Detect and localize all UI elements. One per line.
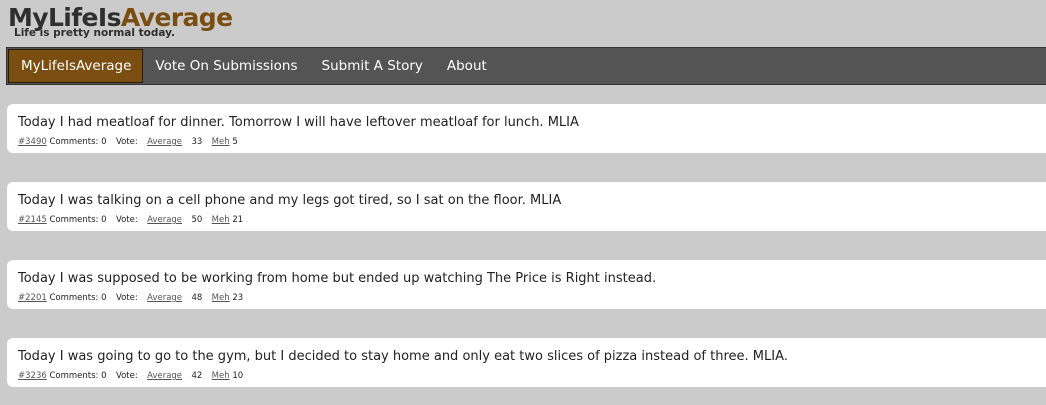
vote-label: Vote:	[115, 215, 138, 225]
vote-average-link[interactable]: Average	[147, 137, 182, 147]
average-count: 50	[191, 215, 203, 225]
story-id-link[interactable]: #2145	[18, 215, 47, 225]
nav-item-submit[interactable]: Submit A Story	[310, 48, 435, 84]
story-card: Today I was supposed to be working from …	[7, 260, 1046, 309]
vote-average-link[interactable]: Average	[147, 293, 182, 303]
story-card: Today I was going to go to the gym, but …	[7, 338, 1046, 387]
story-card: Today I had meatloaf for dinner. Tomorro…	[7, 104, 1046, 153]
comments-count: Comments: 0	[49, 371, 107, 381]
nav-item-vote[interactable]: Vote On Submissions	[143, 48, 309, 84]
vote-average-link[interactable]: Average	[147, 215, 182, 225]
vote-meh-link[interactable]: Meh	[212, 293, 230, 303]
site-tagline: Life is pretty normal today.	[14, 27, 176, 39]
comments-count: Comments: 0	[49, 293, 107, 303]
meh-count: 5	[232, 137, 238, 147]
story-id-link[interactable]: #2201	[18, 293, 47, 303]
story-meta: #3490 Comments: 0 Vote: Average 33 Meh 5	[18, 137, 1046, 148]
story-text: Today I was supposed to be working from …	[18, 271, 657, 286]
story-text: Today I had meatloaf for dinner. Tomorro…	[18, 115, 579, 130]
meh-count: 23	[232, 293, 244, 303]
comments-count: Comments: 0	[49, 215, 107, 225]
vote-label: Vote:	[115, 371, 138, 381]
story-card: Today I was talking on a cell phone and …	[7, 182, 1046, 231]
vote-label: Vote:	[115, 293, 138, 303]
vote-meh-link[interactable]: Meh	[212, 137, 230, 147]
story-id-link[interactable]: #3490	[18, 137, 47, 147]
nav-item-home[interactable]: MyLifeIsAverage	[8, 49, 144, 83]
vote-label: Vote:	[115, 137, 138, 147]
story-text: Today I was talking on a cell phone and …	[18, 193, 562, 208]
story-text: Today I was going to go to the gym, but …	[18, 349, 788, 364]
meh-count: 21	[232, 215, 244, 225]
average-count: 48	[191, 293, 203, 303]
meh-count: 10	[232, 371, 244, 381]
vote-meh-link[interactable]: Meh	[212, 371, 230, 381]
main-nav: MyLifeIsAverage Vote On Submissions Subm…	[6, 47, 1046, 85]
average-count: 42	[191, 371, 203, 381]
site-header: MyLifeIsAverage Life is pretty normal to…	[0, 0, 1046, 46]
story-meta: #2145 Comments: 0 Vote: Average 50 Meh 2…	[18, 215, 1046, 226]
vote-average-link[interactable]: Average	[147, 371, 182, 381]
comments-count: Comments: 0	[49, 137, 107, 147]
story-meta: #2201 Comments: 0 Vote: Average 48 Meh 2…	[18, 293, 1046, 304]
story-id-link[interactable]: #3236	[18, 371, 47, 381]
vote-meh-link[interactable]: Meh	[212, 215, 230, 225]
nav-item-about[interactable]: About	[435, 48, 499, 84]
average-count: 33	[191, 137, 203, 147]
story-meta: #3236 Comments: 0 Vote: Average 42 Meh 1…	[18, 371, 1046, 382]
